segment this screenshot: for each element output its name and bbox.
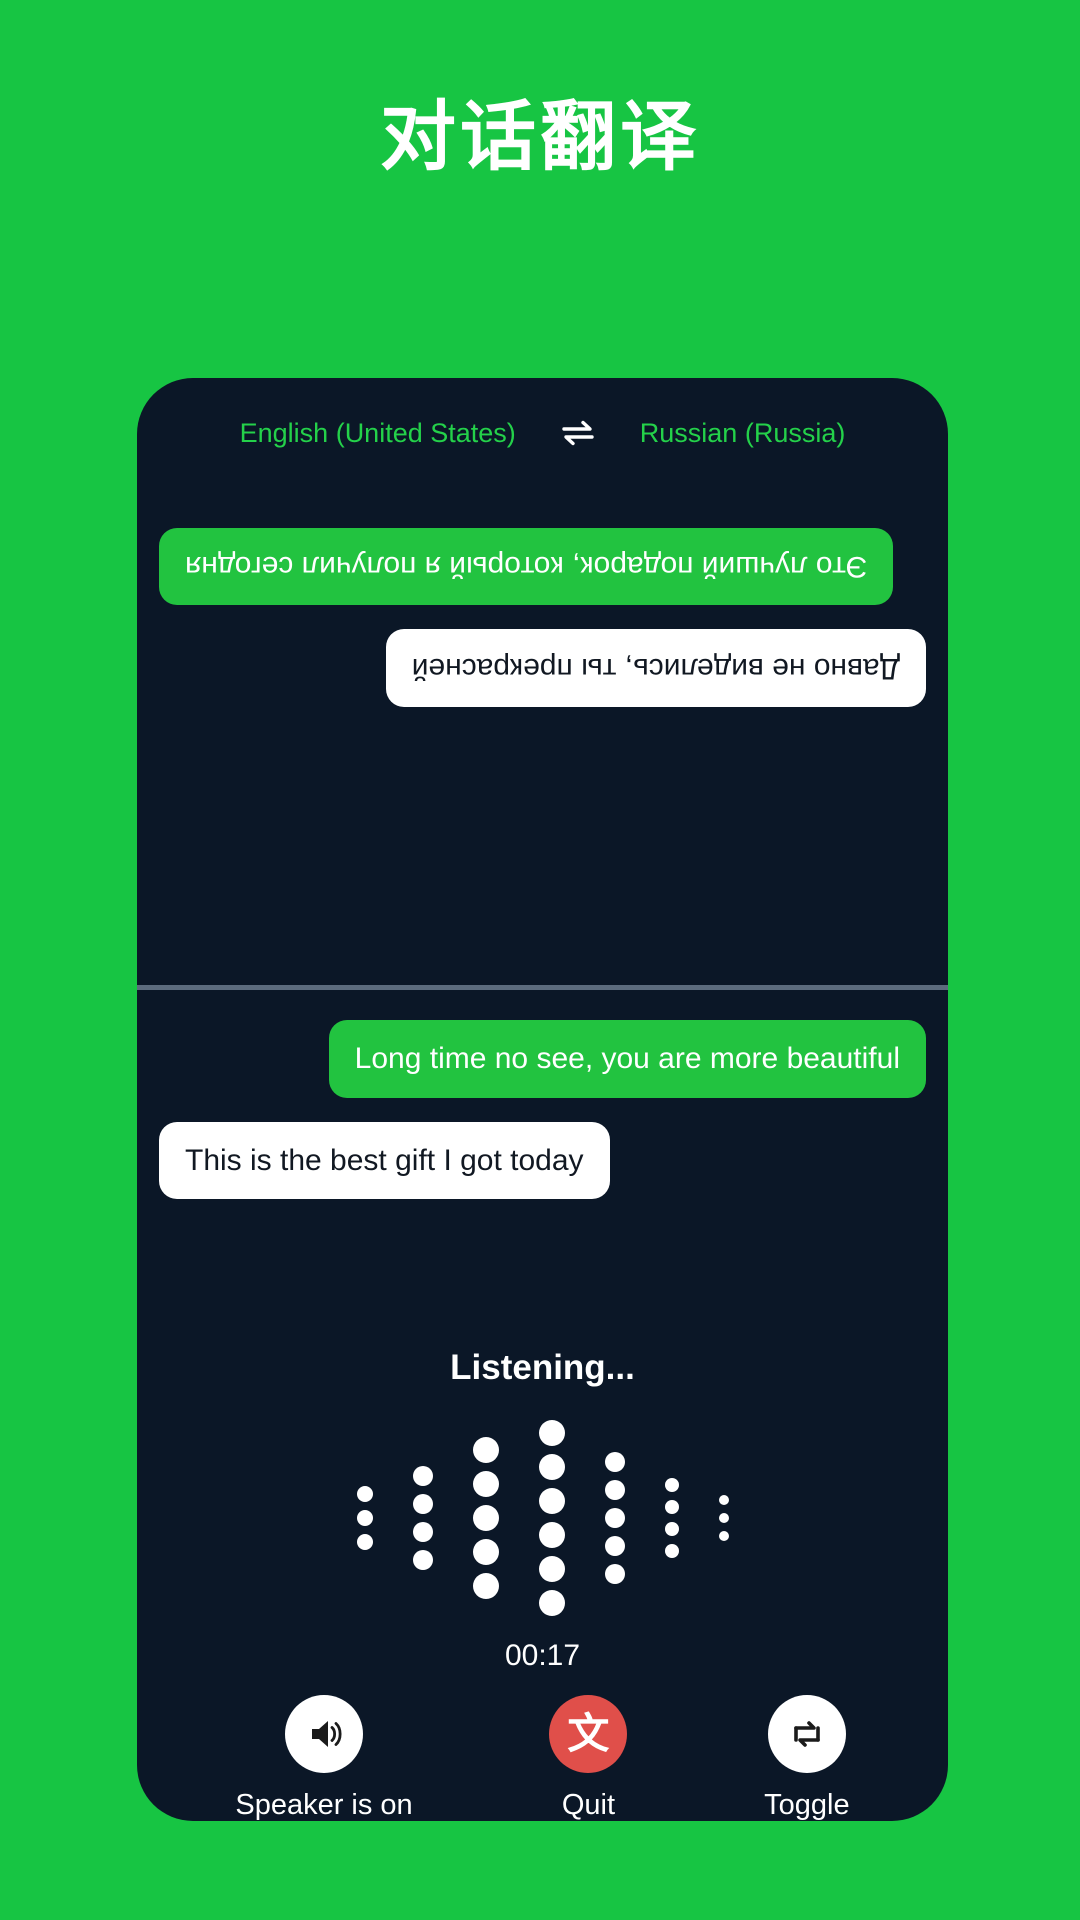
waveform-dot xyxy=(664,1543,679,1558)
message-bubble[interactable]: Давно не виделись, ты прекрасней xyxy=(385,629,926,707)
toggle-label: Toggle xyxy=(764,1789,850,1821)
page-title: 对话翻译 xyxy=(380,95,700,180)
waveform-dot xyxy=(604,1451,625,1472)
repeat-swap-icon[interactable] xyxy=(767,1695,846,1773)
translate-icon[interactable]: 文 xyxy=(549,1695,628,1773)
waveform-dot xyxy=(472,1504,499,1531)
quit-label: Quit xyxy=(561,1789,616,1821)
message-row: Это лучший подарок, который я получил се… xyxy=(159,528,926,606)
quit-button[interactable]: 文 Quit xyxy=(549,1695,628,1822)
waveform-column xyxy=(604,1410,625,1625)
waveform-dot xyxy=(356,1533,373,1550)
message-bubble[interactable]: Это лучший подарок, который я получил се… xyxy=(159,528,894,606)
message-bubble[interactable]: This is the best gift I got today xyxy=(159,1121,610,1199)
waveform-dot xyxy=(538,1419,565,1446)
waveform-dot xyxy=(472,1538,499,1565)
waveform-dot xyxy=(412,1465,433,1486)
waveform-dot xyxy=(472,1470,499,1497)
recording-timer: 00:17 xyxy=(504,1639,581,1672)
waveform-dot xyxy=(604,1535,625,1556)
waveform-column xyxy=(412,1410,433,1625)
waveform-dot xyxy=(664,1477,679,1492)
waveform-dot xyxy=(356,1485,373,1502)
speaker-toggle-label: Speaker is on xyxy=(235,1789,413,1821)
waveform-dot xyxy=(604,1507,625,1528)
waveform-dot xyxy=(718,1512,729,1523)
waveform-dot xyxy=(538,1521,565,1548)
waveform-dot xyxy=(538,1487,565,1514)
waveform-column xyxy=(356,1410,373,1625)
waveform-dot xyxy=(604,1563,625,1584)
waveform-dot xyxy=(472,1436,499,1463)
message-row: This is the best gift I got today xyxy=(159,1121,926,1199)
message-row: Давно не виделись, ты прекрасней xyxy=(159,629,926,707)
waveform-dot xyxy=(538,1589,565,1616)
remote-conversation-pane: Давно не виделись, ты прекрасней Это луч… xyxy=(137,488,948,985)
waveform-dot xyxy=(538,1453,565,1480)
waveform-dot xyxy=(412,1521,433,1542)
message-bubble[interactable]: Long time no see, you are more beautiful xyxy=(328,1020,926,1098)
speaker-on-icon[interactable] xyxy=(285,1695,364,1773)
control-bar: Speaker is on 文 Quit Toggle xyxy=(137,1695,948,1830)
local-conversation-pane: Long time no see, you are more beautiful… xyxy=(137,990,948,1300)
waveform-column xyxy=(718,1410,729,1625)
waveform-dot xyxy=(664,1499,679,1514)
waveform-dot xyxy=(472,1572,499,1599)
waveform-dot xyxy=(356,1509,373,1526)
audio-waveform-visualizer xyxy=(137,1410,948,1625)
waveform-column xyxy=(472,1410,499,1625)
source-language-button[interactable]: English (United States) xyxy=(240,418,516,449)
swap-horizontal-icon[interactable] xyxy=(558,418,598,448)
waveform-column xyxy=(538,1410,565,1625)
target-language-button[interactable]: Russian (Russia) xyxy=(640,418,846,449)
waveform-column xyxy=(664,1410,679,1625)
waveform-dot xyxy=(604,1479,625,1500)
translate-glyph: 文 xyxy=(567,1709,610,1758)
toggle-button[interactable]: Toggle xyxy=(764,1695,850,1822)
speaker-toggle-button[interactable]: Speaker is on xyxy=(235,1695,413,1822)
message-row: Long time no see, you are more beautiful xyxy=(159,1020,926,1098)
waveform-dot xyxy=(412,1493,433,1514)
waveform-dot xyxy=(718,1530,729,1541)
listening-status: Listening... xyxy=(450,1348,635,1387)
language-bar: English (United States) Russian (Russia) xyxy=(137,378,948,488)
waveform-dot xyxy=(412,1549,433,1570)
waveform-dot xyxy=(664,1521,679,1536)
waveform-dot xyxy=(538,1555,565,1582)
waveform-dot xyxy=(718,1494,729,1505)
